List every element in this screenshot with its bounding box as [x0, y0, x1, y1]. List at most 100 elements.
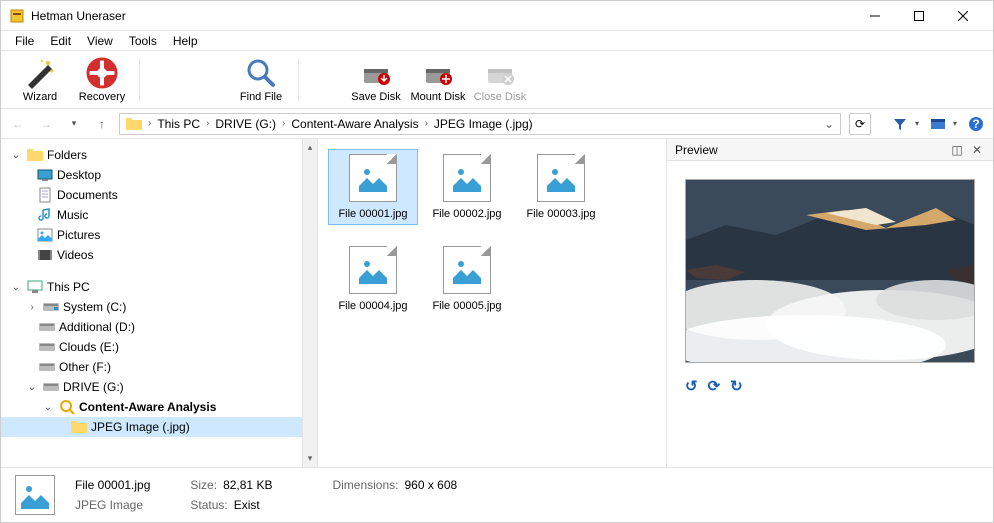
status-filename: File 00001.jpg [75, 478, 150, 492]
file-item[interactable]: File 00005.jpg [422, 241, 512, 317]
recovery-button[interactable]: Recovery [71, 57, 133, 103]
tree-scrollbar[interactable]: ▴▾ [302, 139, 317, 467]
status-status-value: Exist [234, 498, 260, 512]
file-label: File 00005.jpg [432, 300, 501, 312]
toolbar: Wizard Recovery Find File Save Disk Moun… [1, 51, 993, 109]
file-item[interactable]: File 00001.jpg [328, 149, 418, 225]
mount-label: Mount Disk [410, 91, 465, 103]
view-dropdown-icon[interactable]: ▾ [951, 119, 957, 128]
tree-clouds-e[interactable]: Clouds (E:) [1, 337, 317, 357]
up-button[interactable]: ↑ [91, 113, 113, 135]
file-label: File 00002.jpg [432, 208, 501, 220]
undock-icon[interactable]: ◫ [949, 142, 965, 158]
statusbar: File 00001.jpg JPEG Image Size:82,81 KB … [1, 467, 993, 522]
crumb-analysis[interactable]: Content-Aware Analysis [287, 117, 422, 131]
chevron-right-icon: › [146, 118, 153, 129]
tree-documents[interactable]: Documents [1, 185, 317, 205]
tree-folders[interactable]: ⌄Folders [1, 145, 317, 165]
save-label: Save Disk [351, 91, 401, 103]
status-status-label: Status: [190, 498, 227, 512]
recovery-label: Recovery [79, 91, 125, 103]
file-item[interactable]: File 00003.jpg [516, 149, 606, 225]
tree-system-c[interactable]: ›System (C:) [1, 297, 317, 317]
menubar: File Edit View Tools Help [1, 31, 993, 51]
app-icon [9, 8, 25, 24]
tree-other-f[interactable]: Other (F:) [1, 357, 317, 377]
titlebar: Hetman Uneraser [1, 1, 993, 31]
image-icon [443, 154, 491, 202]
status-dim-label: Dimensions: [332, 478, 398, 492]
chevron-right-icon: › [280, 118, 287, 129]
image-icon [537, 154, 585, 202]
folder-icon [122, 117, 146, 131]
menu-view[interactable]: View [79, 32, 121, 50]
maximize-button[interactable] [897, 1, 941, 31]
status-filetype: JPEG Image [75, 498, 150, 512]
minimize-button[interactable] [853, 1, 897, 31]
status-size-value: 82,81 KB [223, 478, 272, 492]
find-file-button[interactable]: Find File [230, 57, 292, 103]
close-button[interactable] [941, 1, 985, 31]
close-disk-button: Close Disk [469, 57, 531, 103]
refresh-button[interactable]: ⟳ [849, 113, 871, 135]
file-label: File 00001.jpg [338, 208, 407, 220]
crumb-drive[interactable]: DRIVE (G:) [211, 117, 280, 131]
preview-image [685, 179, 975, 363]
preview-header: Preview ◫ ✕ [667, 139, 993, 161]
folder-tree: ⌄Folders Desktop Documents Music Picture… [1, 139, 317, 467]
close-panel-icon[interactable]: ✕ [969, 142, 985, 158]
menu-edit[interactable]: Edit [42, 32, 79, 50]
preview-controls: ↺ ⟳ ↻ [685, 377, 975, 395]
rotate-left-icon[interactable]: ↺ [685, 377, 698, 395]
menu-tools[interactable]: Tools [121, 32, 165, 50]
preview-title: Preview [675, 143, 718, 157]
menu-file[interactable]: File [7, 32, 42, 50]
wizard-button[interactable]: Wizard [9, 57, 71, 103]
tree-videos[interactable]: Videos [1, 245, 317, 265]
image-icon [349, 154, 397, 202]
main: ⌄Folders Desktop Documents Music Picture… [1, 139, 993, 467]
file-item[interactable]: File 00002.jpg [422, 149, 512, 225]
crumb-thispc[interactable]: This PC [153, 117, 204, 131]
image-icon [443, 246, 491, 294]
close-label: Close Disk [474, 91, 527, 103]
back-button[interactable]: ← [7, 113, 29, 135]
file-list[interactable]: File 00001.jpg File 00002.jpg File 00003… [317, 139, 667, 467]
status-size-label: Size: [190, 478, 217, 492]
tree-pictures[interactable]: Pictures [1, 225, 317, 245]
history-dropdown[interactable]: ▾ [63, 113, 85, 135]
wizard-label: Wizard [23, 91, 57, 103]
filter-dropdown-icon[interactable]: ▾ [913, 119, 919, 128]
rotate-right-icon[interactable]: ↻ [730, 377, 743, 395]
file-label: File 00004.jpg [338, 300, 407, 312]
file-label: File 00003.jpg [526, 208, 595, 220]
chevron-right-icon: › [423, 118, 430, 129]
mount-disk-button[interactable]: Mount Disk [407, 57, 469, 103]
view-button[interactable] [927, 113, 949, 135]
image-icon [349, 246, 397, 294]
tree-drive-g[interactable]: ⌄DRIVE (G:) [1, 377, 317, 397]
tree-content-aware[interactable]: ⌄Content-Aware Analysis [1, 397, 317, 417]
chevron-right-icon: › [204, 118, 211, 129]
refresh-icon[interactable]: ⟳ [708, 377, 721, 395]
filter-button[interactable] [889, 113, 911, 135]
tree-jpeg-image[interactable]: JPEG Image (.jpg) [1, 417, 317, 437]
status-dim-value: 960 x 608 [404, 478, 457, 492]
breadcrumb[interactable]: › This PC › DRIVE (G:) › Content-Aware A… [119, 113, 841, 135]
tree-thispc[interactable]: ⌄This PC [1, 277, 317, 297]
navbar: ← → ▾ ↑ › This PC › DRIVE (G:) › Content… [1, 109, 993, 139]
tree-desktop[interactable]: Desktop [1, 165, 317, 185]
help-button[interactable]: ? [965, 113, 987, 135]
breadcrumb-dropdown[interactable]: ⌄ [820, 117, 838, 131]
forward-button[interactable]: → [35, 113, 57, 135]
preview-panel: Preview ◫ ✕ ↺ [667, 139, 993, 467]
menu-help[interactable]: Help [165, 32, 206, 50]
svg-text:?: ? [972, 117, 979, 131]
file-item[interactable]: File 00004.jpg [328, 241, 418, 317]
tree-additional-d[interactable]: Additional (D:) [1, 317, 317, 337]
tree-music[interactable]: Music [1, 205, 317, 225]
crumb-type[interactable]: JPEG Image (.jpg) [430, 117, 537, 131]
find-label: Find File [240, 91, 282, 103]
save-disk-button[interactable]: Save Disk [345, 57, 407, 103]
window-title: Hetman Uneraser [31, 9, 126, 23]
